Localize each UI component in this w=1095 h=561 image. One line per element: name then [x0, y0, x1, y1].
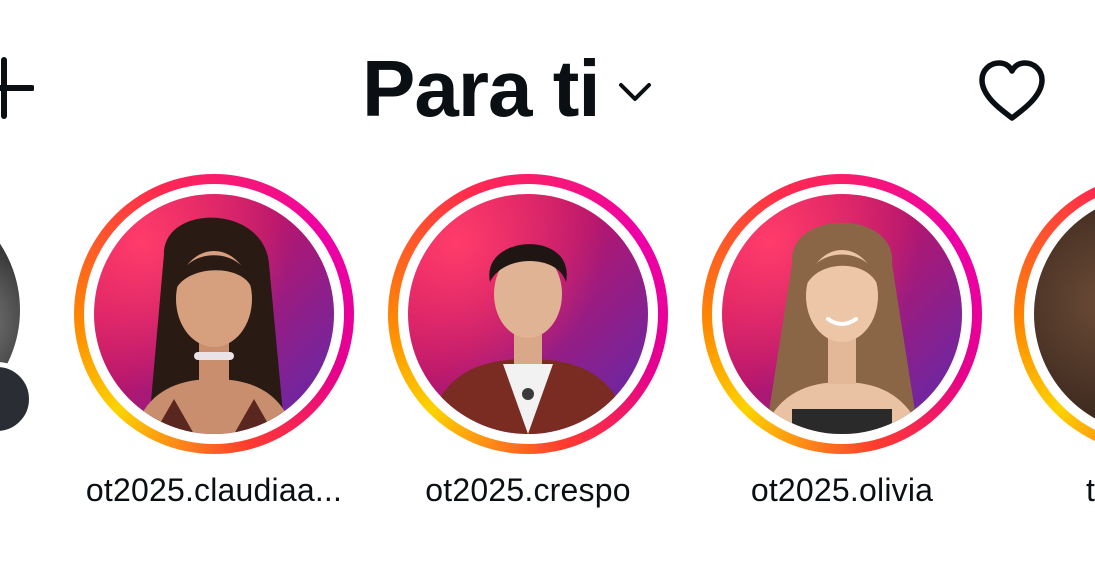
story-item[interactable]: ot2025.olivia — [702, 174, 982, 509]
story-item[interactable]: t — [1014, 174, 1095, 509]
story-item[interactable]: ot2025.claudiaa... — [74, 174, 354, 509]
story-ring — [1014, 174, 1095, 454]
instagram-home-top: Para ti ot2025.claudiaa... ot2025.crespo… — [0, 0, 1095, 561]
create-button[interactable] — [0, 56, 35, 120]
avatar-portrait-graphic — [134, 217, 294, 434]
feed-selector[interactable]: Para ti — [362, 44, 652, 134]
heart-icon — [979, 60, 1045, 121]
story-username: ot2025.claudiaa... — [85, 472, 343, 508]
story-ring — [74, 174, 354, 454]
avatar-portrait-graphic — [428, 244, 630, 434]
story-username: ot2025.crespo — [425, 472, 631, 508]
story-ring — [702, 174, 982, 454]
story-username: t — [1086, 472, 1095, 508]
story-ring — [388, 174, 668, 454]
story-username: ot2025.olivia — [750, 472, 934, 508]
avatar — [722, 194, 962, 434]
plus-icon — [0, 57, 35, 119]
chevron-down-icon — [618, 83, 651, 101]
activity-button[interactable] — [976, 58, 1048, 124]
avatar — [408, 194, 648, 434]
story-item[interactable]: ot2025.crespo — [388, 174, 668, 509]
feed-title: Para ti — [362, 44, 601, 133]
add-story-badge[interactable] — [0, 362, 34, 436]
avatar — [94, 194, 334, 434]
avatar-portrait-graphic — [762, 222, 922, 434]
